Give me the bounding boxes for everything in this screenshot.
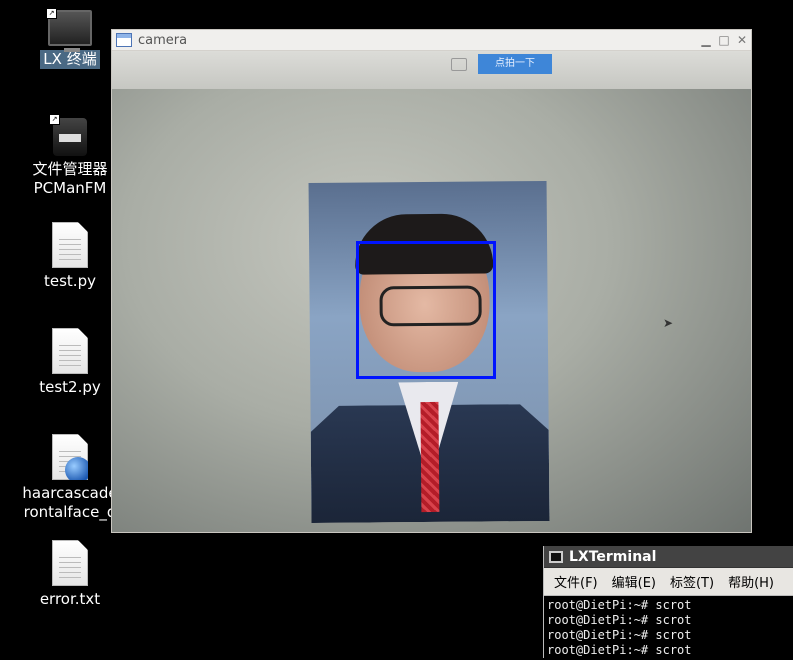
desktop-icon-label: test.py — [44, 272, 96, 290]
text-file-icon — [52, 222, 88, 268]
captured-screen-bar — [112, 51, 751, 89]
camera-window[interactable]: camera ▁ □ ✕ 点拍一下 ➤ — [111, 29, 752, 533]
terminal-line: root@DietPi:~# scrot — [547, 598, 692, 612]
text-file-icon — [52, 328, 88, 374]
shortcut-arrow-icon: ↗ — [46, 8, 57, 19]
menu-tabs[interactable]: 标签(T) — [670, 572, 714, 591]
desktop-icon-error-txt[interactable]: error.txt — [15, 540, 125, 609]
lxterminal-window[interactable]: LXTerminal 文件(F) 编辑(E) 标签(T) 帮助(H) root@… — [543, 546, 793, 658]
minimize-button[interactable]: ▁ — [697, 33, 715, 47]
menu-help[interactable]: 帮助(H) — [728, 572, 774, 591]
terminal-line: root@DietPi:~# scrot — [547, 613, 692, 627]
desktop-icon-file-manager[interactable]: ↗ 文件管理器 PCManFM — [15, 114, 125, 198]
terminal-line: root@DietPi:~# scrot — [547, 643, 692, 657]
window-titlebar[interactable]: camera ▁ □ ✕ — [112, 30, 751, 51]
camera-feed: 点拍一下 ➤ — [112, 51, 751, 532]
file-manager-icon: ↗ — [49, 114, 87, 156]
face-detection-box — [356, 241, 496, 379]
terminal-titlebar[interactable]: LXTerminal — [544, 546, 793, 568]
terminal-app-icon — [549, 550, 563, 563]
desktop-icon-label: haarcascade rontalface_d — [22, 484, 118, 521]
desktop-icon-label: error.txt — [39, 590, 101, 608]
captured-screen-button: 点拍一下 — [478, 54, 552, 74]
desktop-icon-lxterminal[interactable]: ↗ LX 终端 — [15, 8, 125, 74]
xml-file-icon — [52, 434, 88, 480]
text-file-icon — [52, 540, 88, 586]
menu-file[interactable]: 文件(F) — [554, 572, 598, 591]
terminal-title: LXTerminal — [569, 548, 657, 565]
terminal-output[interactable]: root@DietPi:~# scrot root@DietPi:~# scro… — [544, 596, 793, 660]
desktop-icon-test-py[interactable]: test.py — [15, 222, 125, 291]
window-app-icon — [116, 33, 132, 47]
mouse-cursor-icon: ➤ — [663, 316, 674, 330]
maximize-button[interactable]: □ — [715, 33, 733, 47]
desktop-icon-label: LX 终端 — [40, 50, 100, 69]
shortcut-arrow-icon: ↗ — [49, 114, 60, 125]
desktop-icon-haarcascade[interactable]: haarcascade rontalface_d — [15, 434, 125, 522]
close-button[interactable]: ✕ — [733, 33, 751, 47]
desktop-icon-test2-py[interactable]: test2.py — [15, 328, 125, 397]
window-title: camera — [138, 32, 188, 48]
desktop-icon-label: 文件管理器 PCManFM — [32, 160, 108, 197]
camera-icon — [451, 58, 467, 71]
monitor-icon: ↗ — [46, 8, 92, 52]
terminal-line: root@DietPi:~# scrot — [547, 628, 692, 642]
menu-edit[interactable]: 编辑(E) — [612, 572, 656, 591]
terminal-menubar: 文件(F) 编辑(E) 标签(T) 帮助(H) — [544, 568, 793, 596]
globe-icon — [65, 457, 88, 480]
desktop-icon-label: test2.py — [39, 378, 101, 396]
